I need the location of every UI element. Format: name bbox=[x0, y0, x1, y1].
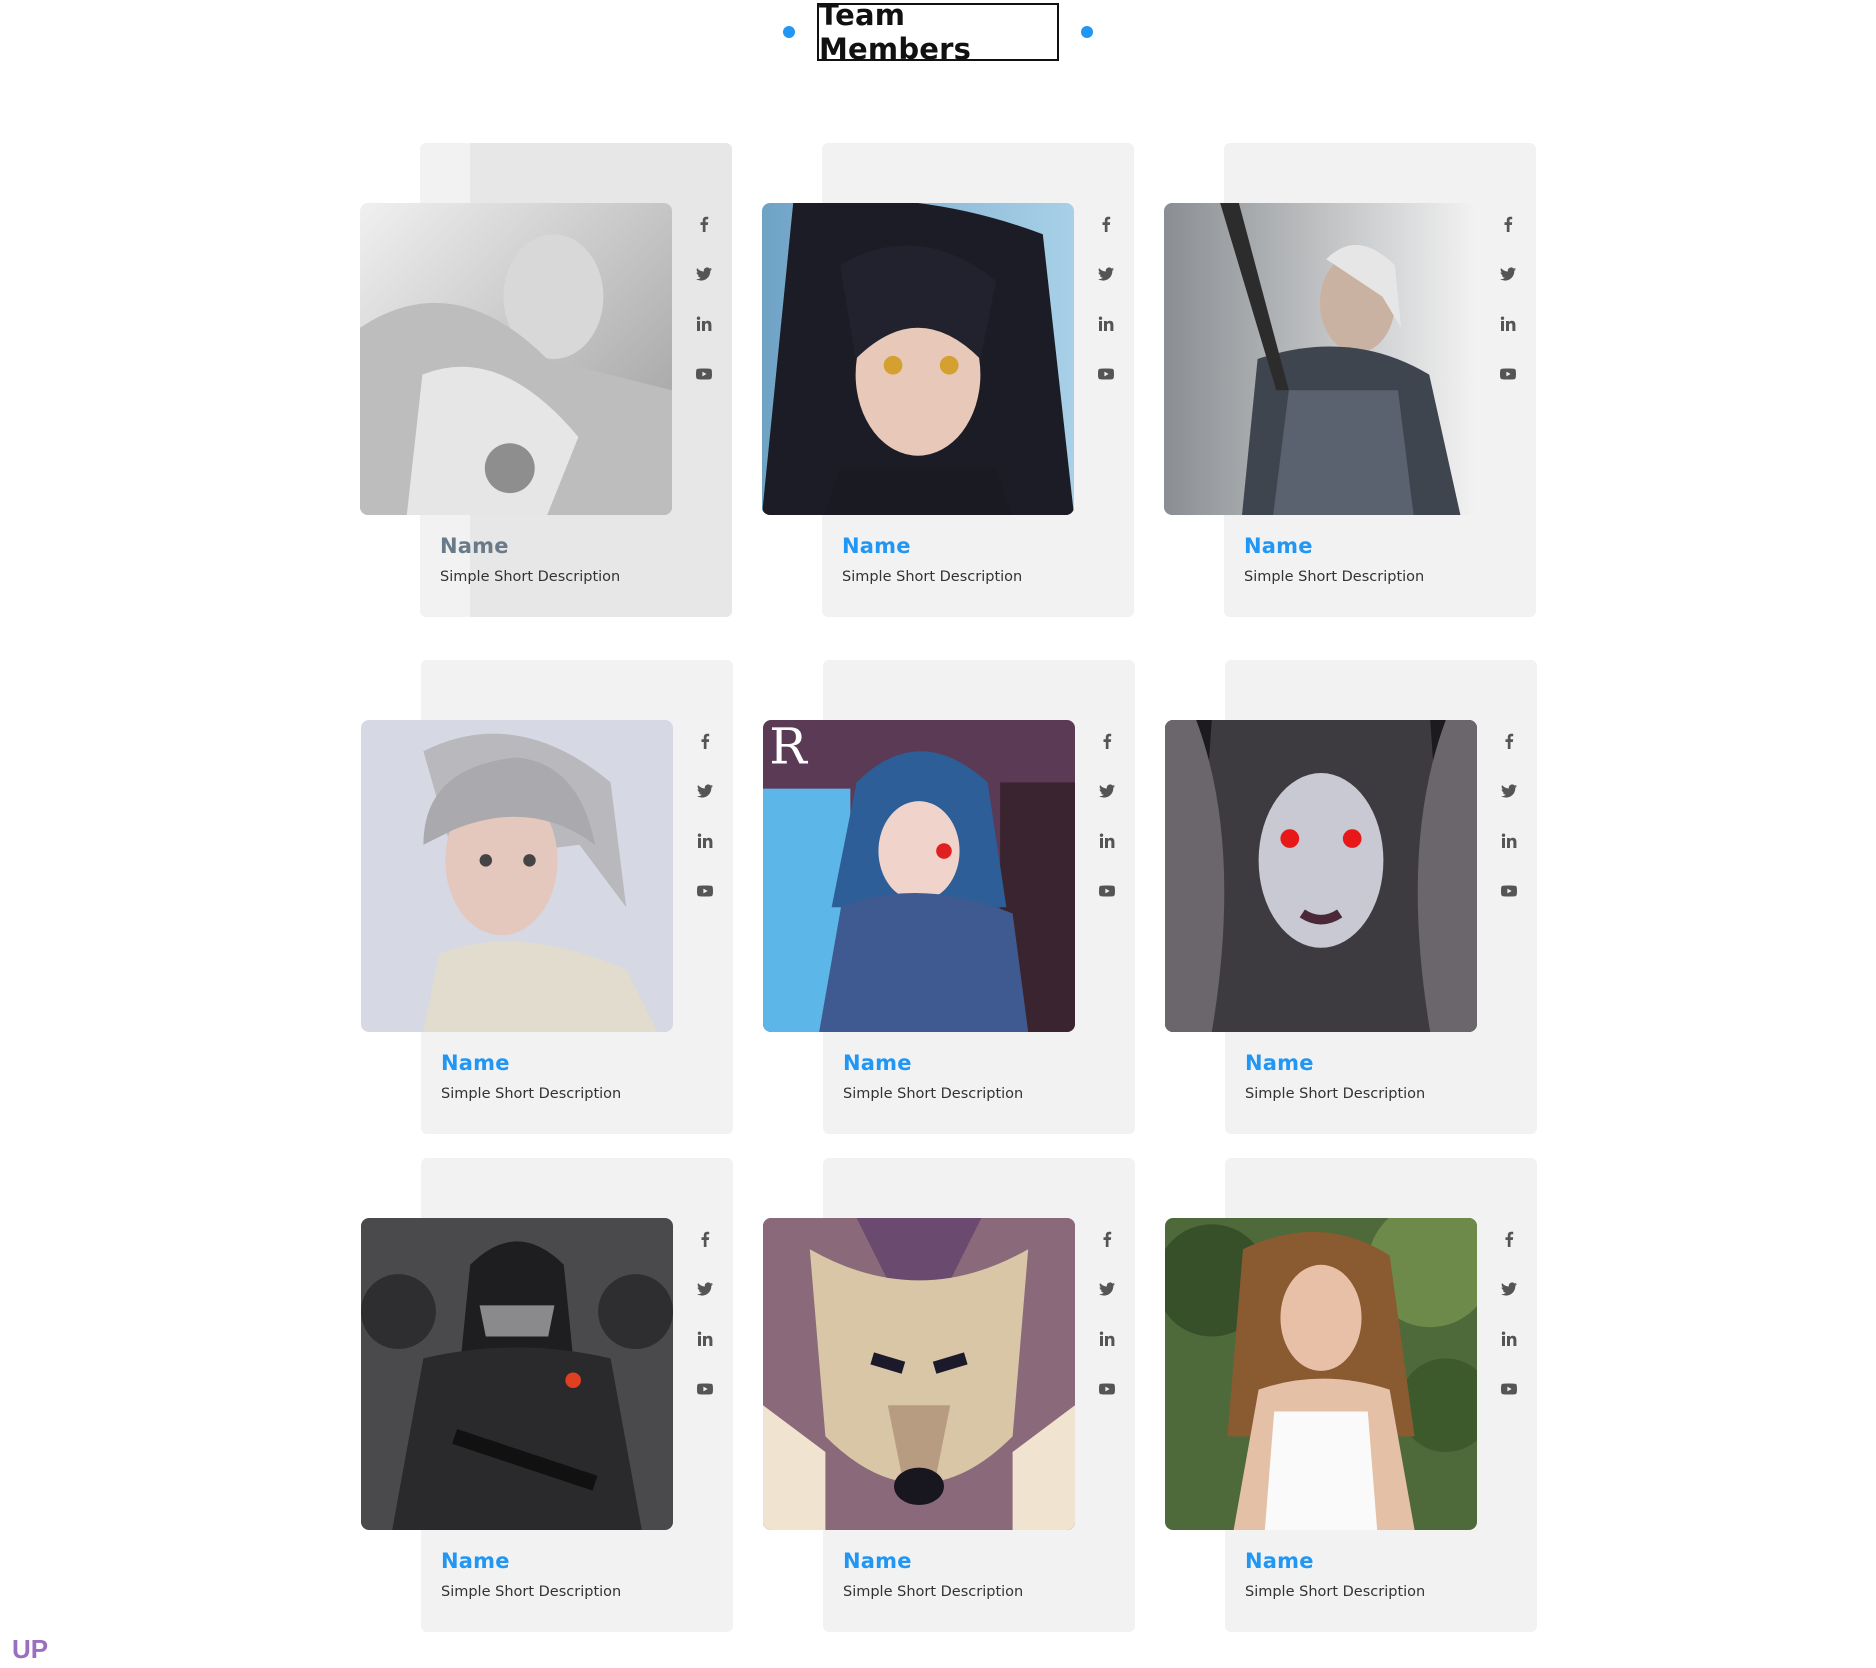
facebook-icon[interactable] bbox=[1498, 1228, 1520, 1250]
team-card[interactable]: Name Simple Short Description bbox=[360, 143, 732, 617]
member-photo bbox=[1164, 203, 1476, 515]
youtube-icon[interactable] bbox=[693, 363, 715, 385]
facebook-icon[interactable] bbox=[1095, 213, 1117, 235]
twitter-icon[interactable] bbox=[1497, 263, 1519, 285]
linkedin-icon[interactable] bbox=[1498, 830, 1520, 852]
member-name: Name bbox=[1245, 1051, 1314, 1075]
member-photo bbox=[763, 1218, 1075, 1530]
youtube-icon[interactable] bbox=[1497, 363, 1519, 385]
twitter-icon[interactable] bbox=[1498, 780, 1520, 802]
twitter-icon[interactable] bbox=[1096, 780, 1118, 802]
linkedin-icon[interactable] bbox=[1096, 830, 1118, 852]
member-photo bbox=[360, 203, 672, 515]
facebook-icon[interactable] bbox=[694, 730, 716, 752]
twitter-icon[interactable] bbox=[1095, 263, 1117, 285]
youtube-icon[interactable] bbox=[1096, 1378, 1118, 1400]
twitter-icon[interactable] bbox=[694, 1278, 716, 1300]
member-name: Name bbox=[440, 534, 509, 558]
linkedin-icon[interactable] bbox=[693, 313, 715, 335]
team-card[interactable]: Name Simple Short Description bbox=[1164, 143, 1536, 617]
member-description: Simple Short Description bbox=[843, 1086, 1024, 1102]
facebook-icon[interactable] bbox=[693, 213, 715, 235]
member-photo bbox=[1165, 720, 1477, 1032]
social-links bbox=[693, 1228, 717, 1428]
team-card[interactable]: Name Simple Short Description bbox=[762, 143, 1134, 617]
youtube-icon[interactable] bbox=[694, 1378, 716, 1400]
facebook-icon[interactable] bbox=[1096, 730, 1118, 752]
member-name: Name bbox=[843, 1051, 912, 1075]
member-description: Simple Short Description bbox=[843, 1584, 1024, 1600]
linkedin-icon[interactable] bbox=[1095, 313, 1117, 335]
member-description: Simple Short Description bbox=[440, 569, 621, 585]
twitter-icon[interactable] bbox=[693, 263, 715, 285]
youtube-icon[interactable] bbox=[1096, 880, 1118, 902]
social-links bbox=[693, 730, 717, 930]
facebook-icon[interactable] bbox=[1497, 213, 1519, 235]
facebook-icon[interactable] bbox=[694, 1228, 716, 1250]
team-card[interactable]: Name Simple Short Description bbox=[361, 1158, 733, 1632]
youtube-icon[interactable] bbox=[694, 880, 716, 902]
linkedin-icon[interactable] bbox=[1497, 313, 1519, 335]
team-card[interactable]: Name Simple Short Description bbox=[361, 660, 733, 1134]
youtube-icon[interactable] bbox=[1095, 363, 1117, 385]
svg-text:R: R bbox=[769, 720, 808, 776]
member-name: Name bbox=[441, 1549, 510, 1573]
social-links bbox=[1095, 730, 1119, 930]
social-links bbox=[692, 213, 716, 413]
social-links bbox=[1094, 213, 1118, 413]
scroll-up-button[interactable]: UP bbox=[12, 1634, 48, 1665]
member-description: Simple Short Description bbox=[441, 1086, 622, 1102]
member-description: Simple Short Description bbox=[1244, 569, 1425, 585]
member-photo bbox=[361, 720, 673, 1032]
linkedin-icon[interactable] bbox=[1096, 1328, 1118, 1350]
youtube-icon[interactable] bbox=[1498, 880, 1520, 902]
member-description: Simple Short Description bbox=[842, 569, 1023, 585]
member-name: Name bbox=[843, 1549, 912, 1573]
member-photo bbox=[1165, 1218, 1477, 1530]
member-description: Simple Short Description bbox=[1245, 1086, 1426, 1102]
linkedin-icon[interactable] bbox=[694, 1328, 716, 1350]
social-links bbox=[1496, 213, 1520, 413]
youtube-icon[interactable] bbox=[1498, 1378, 1520, 1400]
member-description: Simple Short Description bbox=[1245, 1584, 1426, 1600]
team-card[interactable]: Name Simple Short Description bbox=[1165, 1158, 1537, 1632]
twitter-icon[interactable] bbox=[1498, 1278, 1520, 1300]
twitter-icon[interactable] bbox=[694, 780, 716, 802]
team-card[interactable]: Name Simple Short Description bbox=[1165, 660, 1537, 1134]
member-name: Name bbox=[1245, 1549, 1314, 1573]
member-name: Name bbox=[842, 534, 911, 558]
team-card[interactable]: Name Simple Short Description bbox=[763, 1158, 1135, 1632]
linkedin-icon[interactable] bbox=[1498, 1328, 1520, 1350]
member-description: Simple Short Description bbox=[441, 1584, 622, 1600]
social-links bbox=[1095, 1228, 1119, 1428]
member-name: Name bbox=[1244, 534, 1313, 558]
social-links bbox=[1497, 730, 1521, 930]
twitter-icon[interactable] bbox=[1096, 1278, 1118, 1300]
linkedin-icon[interactable] bbox=[694, 830, 716, 852]
member-photo: R bbox=[763, 720, 1075, 1032]
member-name: Name bbox=[441, 1051, 510, 1075]
facebook-icon[interactable] bbox=[1096, 1228, 1118, 1250]
team-card[interactable]: R Name Simple Short Description bbox=[763, 660, 1135, 1134]
team-grid: Name Simple Short Description Name Simpl… bbox=[0, 0, 1876, 1668]
facebook-icon[interactable] bbox=[1498, 730, 1520, 752]
member-photo bbox=[361, 1218, 673, 1530]
social-links bbox=[1497, 1228, 1521, 1428]
member-photo bbox=[762, 203, 1074, 515]
